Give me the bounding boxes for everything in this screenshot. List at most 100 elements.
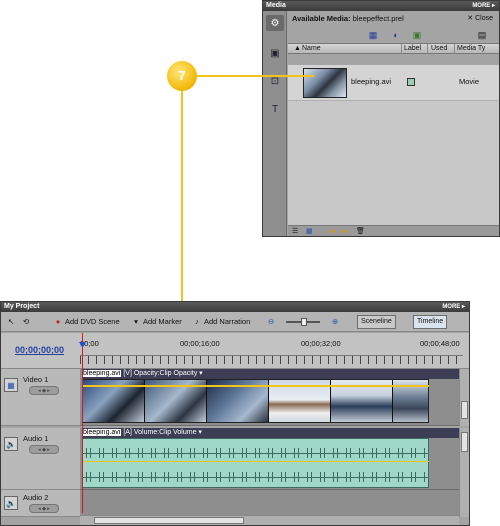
new-folder-icon[interactable]: ▰ — [342, 227, 347, 235]
playhead[interactable] — [82, 333, 83, 513]
track-video-1: bleeping.avi [V] Opacity:Clip Opacity ▾ — [80, 369, 459, 426]
media-main: Available Media: bleepeffect.prel ✕ Clos… — [288, 11, 499, 236]
marker-icon: ▾ — [134, 317, 138, 326]
project-panel-titlebar: My Project MORE ▸ — [1, 302, 469, 312]
add-dvd-scene-label: Add DVD Scene — [65, 317, 120, 326]
keyframe-controls[interactable]: ◂ ◆ ▸ — [29, 386, 59, 395]
dvd-icon: ● — [55, 317, 61, 326]
time-stretch-tool-icon[interactable]: ⟲ — [21, 315, 33, 329]
close-label: Close — [475, 15, 493, 22]
timeline-horizontal-scrollbar[interactable] — [80, 515, 459, 525]
camera-icon[interactable]: ▣ — [266, 45, 284, 61]
audio-clip-label[interactable]: bleeping.avi [A] Volume:Clip Volume ▾ — [82, 428, 459, 438]
new-item-icon[interactable]: ▤ — [476, 29, 488, 41]
audio-icon[interactable]: ◖ — [389, 29, 401, 41]
scrollbar-thumb[interactable] — [461, 432, 468, 452]
audio-track-scrollbar[interactable] — [459, 428, 469, 490]
add-narration-button[interactable]: ♪ Add Narration — [192, 315, 250, 329]
column-divider — [427, 44, 428, 54]
media-more-button[interactable]: MORE ▸ — [472, 1, 495, 11]
keyframe-controls[interactable]: ◂ ◆ ▸ — [29, 445, 59, 454]
selection-tool-icon[interactable]: ↖ — [6, 315, 18, 329]
sceneline-label: Sceneline — [361, 318, 392, 325]
project-file-name: bleepeffect.prel — [352, 14, 404, 23]
callout-badge: 7 — [167, 61, 197, 91]
media-panel: Media MORE ▸ ⚙ ▣ ⊡ T Available Media: bl… — [262, 0, 500, 237]
tab-timeline[interactable]: Timeline — [413, 315, 448, 329]
sort-arrow-icon[interactable]: ▲ — [294, 44, 301, 54]
column-media-type[interactable]: Media Ty — [457, 44, 485, 54]
list-view-icon[interactable]: ☰ — [292, 227, 298, 235]
project-panel: My Project MORE ▸ ↖ ⟲ ● Add DVD Scene ▾ Ad… — [0, 301, 470, 526]
add-dvd-scene-button[interactable]: ● Add DVD Scene — [53, 315, 120, 329]
media-column-header: ▲ Name Label Used Media Ty — [288, 43, 499, 54]
media-list: bleeping.avi Movie — [288, 65, 499, 225]
scrollbar-thumb[interactable] — [94, 517, 244, 524]
add-marker-button[interactable]: ▾ Add Marker — [131, 315, 182, 329]
speaker-icon[interactable]: 🔈 — [4, 437, 18, 451]
column-used[interactable]: Used — [431, 44, 447, 54]
media-icon[interactable]: ⚙ — [266, 15, 284, 31]
add-marker-label: Add Marker — [143, 317, 182, 326]
audio-clip[interactable] — [82, 438, 429, 488]
close-button[interactable]: ✕ Close — [467, 11, 493, 27]
label-color-swatch — [407, 78, 415, 86]
project-panel-title: My Project — [4, 303, 40, 310]
ruler-label: 00;00;48;00 — [420, 339, 460, 348]
available-media-label: Available Media: — [292, 14, 351, 23]
clip-file-name: bleeping.avi — [82, 370, 122, 377]
ruler-ticks — [80, 356, 463, 364]
track-header-audio-2: 🔈 Audio 2 ◂ ◆ ▸ — [1, 490, 80, 517]
scrollbar-thumb[interactable] — [461, 401, 468, 419]
clip-thumbnail — [303, 68, 347, 98]
image-icon[interactable]: ▣ — [411, 29, 423, 41]
media-panel-titlebar: Media MORE ▸ — [263, 1, 499, 11]
track-name: Audio 2 — [23, 493, 49, 502]
column-divider — [454, 44, 455, 54]
time-ruler-area: 00;00;00;00 00;00 00;00;16;00 00;00;32;0… — [1, 333, 469, 369]
folder-icon[interactable]: ▰ — [330, 227, 335, 235]
time-ruler[interactable]: 00;00 00;00;16;00 00;00;32;00 00;00;48;0… — [80, 336, 463, 366]
column-divider — [401, 44, 402, 54]
audio-waveform-left — [83, 448, 428, 458]
clip-file-name: bleeping.avi — [82, 429, 122, 436]
column-name[interactable]: Name — [302, 44, 321, 54]
zoom-out-icon[interactable]: ⊖ — [266, 315, 278, 329]
icon-view-icon[interactable]: ▦ — [306, 227, 313, 235]
keyframe-controls[interactable]: ◂ ◆ ▸ — [29, 504, 59, 513]
project-more-button[interactable]: MORE ▸ — [442, 302, 465, 312]
zoom-in-icon[interactable]: ⊕ — [330, 315, 342, 329]
list-item[interactable]: bleeping.avi Movie — [288, 65, 499, 101]
clip-property: [V] Opacity:Clip Opacity ▾ — [123, 370, 203, 377]
video-clip-label[interactable]: bleeping.avi [V] Opacity:Clip Opacity ▾ — [82, 369, 459, 379]
audio-waveform-right — [83, 472, 428, 482]
audio-2-track-scrollbar[interactable] — [459, 490, 469, 517]
titles-icon[interactable]: T — [266, 101, 284, 117]
add-narration-label: Add Narration — [204, 317, 251, 326]
video-track-icon[interactable]: ▦ — [4, 378, 18, 392]
trash-icon[interactable]: 🗑 — [356, 227, 365, 235]
available-media-row: Available Media: bleepeffect.prel ✕ Clos… — [288, 11, 499, 27]
track-name: Audio 1 — [23, 434, 49, 443]
ruler-label: 00;00;32;00 — [301, 339, 341, 348]
film-icon[interactable]: ▦ — [367, 29, 379, 41]
track-name: Video 1 — [23, 375, 49, 384]
callout-line-horizontal — [196, 75, 314, 77]
track-audio-2 — [80, 490, 459, 517]
media-sidebar: ⚙ ▣ ⊡ T — [263, 11, 287, 236]
current-timecode[interactable]: 00;00;00;00 — [15, 345, 64, 355]
clip-property: [A] Volume:Clip Volume ▾ — [123, 429, 202, 436]
media-file-name: bleeping.avi — [351, 77, 392, 86]
speaker-icon[interactable]: 🔈 — [4, 496, 18, 510]
ruler-label: 00;00;16;00 — [180, 339, 220, 348]
track-header-video-1: ▦ Video 1 ◂ ◆ ▸ — [1, 369, 80, 426]
project-toolbar: ↖ ⟲ ● Add DVD Scene ▾ Add Marker ♪ Add Narr… — [1, 312, 469, 332]
column-label[interactable]: Label — [404, 44, 421, 54]
volume-rubber-band[interactable] — [82, 461, 429, 462]
opacity-rubber-band[interactable] — [82, 385, 429, 387]
zoom-slider-knob[interactable] — [301, 318, 307, 326]
timeline-label: Timeline — [417, 318, 444, 325]
track-header-audio-1: 🔈 Audio 1 ◂ ◆ ▸ — [1, 428, 80, 490]
video-track-scrollbar[interactable] — [459, 369, 469, 426]
tab-sceneline[interactable]: Sceneline — [357, 315, 396, 329]
